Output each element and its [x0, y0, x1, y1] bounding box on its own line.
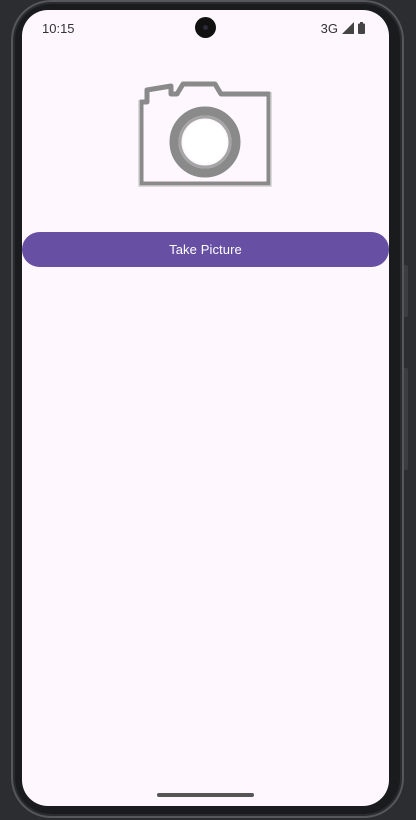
power-button [404, 265, 408, 317]
volume-button [404, 368, 408, 470]
battery-icon [358, 22, 365, 34]
signal-icon [342, 22, 354, 34]
status-time: 10:15 [42, 21, 75, 36]
camera-icon [138, 81, 272, 187]
gesture-navigation-bar[interactable] [157, 793, 254, 797]
take-picture-button[interactable]: Take Picture [22, 232, 389, 267]
network-type: 3G [320, 20, 338, 36]
front-camera [195, 17, 216, 38]
app-screen: 10:15 3G Take Picture [22, 10, 389, 806]
status-bar: 10:15 3G [22, 10, 389, 46]
status-indicators: 3G [321, 20, 365, 36]
